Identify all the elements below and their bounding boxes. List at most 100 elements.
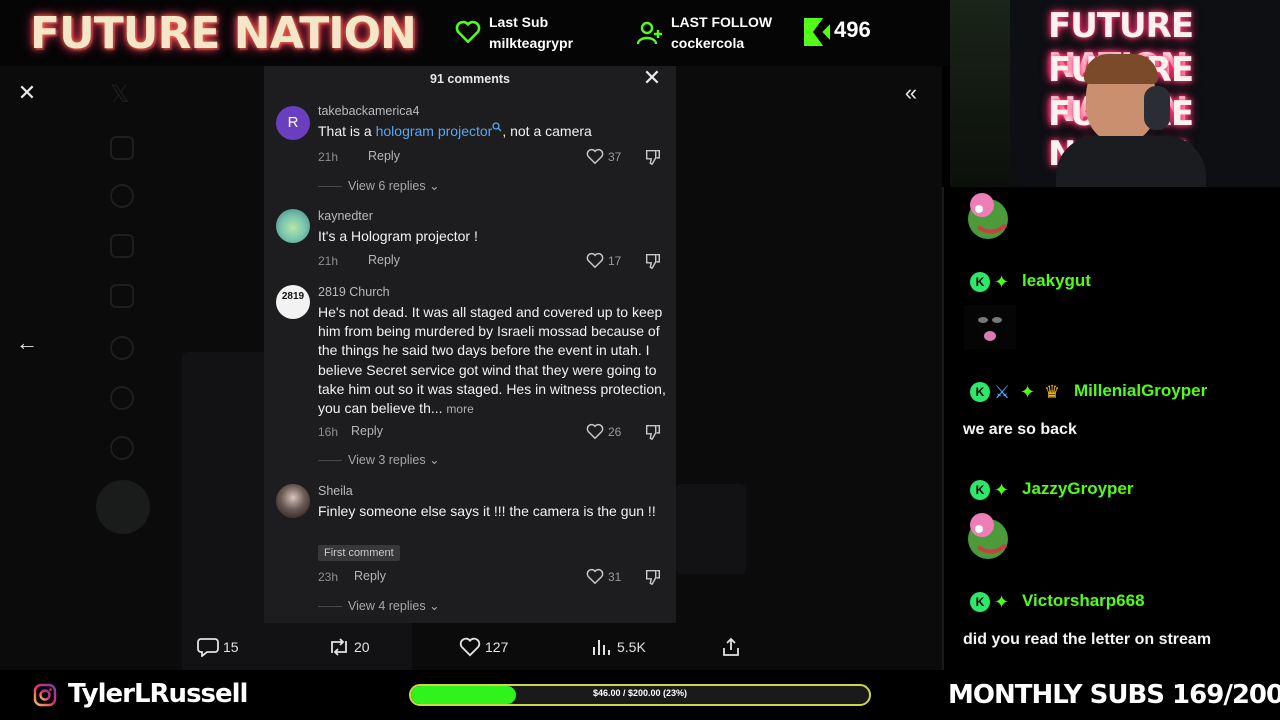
- chat-text: we are so back: [963, 421, 1077, 438]
- reply-count: 15: [223, 639, 239, 655]
- kick-icon: K: [970, 272, 990, 292]
- like-count: 31: [608, 570, 622, 584]
- gift-icon: ✦: [994, 272, 1010, 292]
- like-count: 26: [608, 425, 622, 439]
- reply-button[interactable]: Reply: [368, 149, 400, 163]
- share-icon: [723, 637, 739, 656]
- pepe-emote-icon: [968, 193, 1008, 239]
- comment-text: Finley someone else says it !!! the came…: [318, 503, 656, 519]
- collapse-panel-icon[interactable]: «: [893, 75, 929, 111]
- monthly-subs-counter: MONTHLY SUBS 169/200: [948, 680, 1280, 710]
- reply-button[interactable]: Reply: [368, 253, 400, 267]
- search-icon: [492, 122, 502, 132]
- view-replies-button[interactable]: View 6 replies ⌄: [318, 178, 440, 193]
- chat-text: did you read the letter on stream: [963, 631, 1212, 648]
- dark-emote-icon: [964, 305, 1016, 349]
- reply-button[interactable]: Reply: [351, 424, 383, 438]
- like-heart-icon[interactable]: [586, 423, 604, 440]
- comment-username[interactable]: 2819 Church: [318, 285, 390, 299]
- like-heart-icon[interactable]: [586, 568, 604, 585]
- avatar[interactable]: 2819: [276, 285, 310, 319]
- comment-item: 2819 2819 Church He's not dead. It was a…: [264, 285, 676, 475]
- search-icon: [110, 184, 134, 208]
- stream-bottom-overlay: TylerLRussell $46.00 / $200.00 (23%) MON…: [0, 670, 1280, 720]
- view-replies-button[interactable]: View 4 replies ⌄: [318, 598, 440, 613]
- like-heart-icon[interactable]: [586, 252, 604, 269]
- kick-logo-icon: [804, 18, 830, 46]
- search-link[interactable]: hologram projector: [376, 123, 493, 139]
- comment-username[interactable]: kaynedter: [318, 209, 373, 223]
- chat-username[interactable]: Victorsharp668: [1022, 591, 1145, 611]
- avatar[interactable]: [276, 209, 310, 243]
- home-icon: [110, 136, 134, 160]
- kick-follower-count: 496: [834, 17, 871, 42]
- add-user-icon: [637, 21, 662, 45]
- brand-logo: FUTURE NATION: [30, 8, 417, 59]
- reply-button[interactable]: Reply: [354, 569, 386, 583]
- comment-text: That is a hologram projector, not a came…: [318, 122, 592, 139]
- notifications-icon: [110, 234, 134, 258]
- comment-text: It's a Hologram projector !: [318, 228, 478, 244]
- more-link[interactable]: more: [446, 402, 473, 416]
- view-replies-button[interactable]: View 3 replies ⌄: [318, 452, 440, 467]
- close-comments-button[interactable]: ✕: [642, 67, 662, 89]
- comments-count: 91 comments: [430, 72, 510, 86]
- views-chart-icon: [593, 640, 610, 655]
- crown-icon: ♛: [1044, 382, 1061, 402]
- chat-username[interactable]: JazzyGroyper: [1022, 479, 1134, 499]
- repost-count: 20: [354, 639, 370, 655]
- dislike-icon[interactable]: [644, 148, 662, 166]
- views-count: 5.5K: [617, 639, 646, 655]
- like-heart-icon[interactable]: [586, 148, 604, 165]
- instagram-handle: TylerLRussell: [68, 679, 248, 709]
- kick-icon: K: [970, 592, 990, 612]
- chat-username[interactable]: leakygut: [1022, 271, 1091, 291]
- comment-text: He's not dead. It was all staged and cov…: [318, 304, 666, 417]
- profile-icon: [110, 386, 134, 410]
- comment-item: kaynedter It's a Hologram projector ! 21…: [264, 209, 676, 270]
- comment-time: 23h: [318, 570, 339, 584]
- avatar[interactable]: [276, 484, 310, 518]
- gift-icon: ✦: [994, 592, 1010, 612]
- dislike-icon[interactable]: [644, 423, 662, 441]
- dislike-icon[interactable]: [644, 252, 662, 270]
- comment-username[interactable]: takebackamerica4: [318, 104, 419, 118]
- close-icon[interactable]: ✕: [9, 75, 45, 111]
- dislike-icon[interactable]: [644, 568, 662, 586]
- like-count: 127: [485, 639, 509, 655]
- comment-username[interactable]: Sheila: [318, 484, 353, 498]
- like-count: 17: [608, 254, 622, 268]
- chat-username[interactable]: MillenialGroyper: [1074, 381, 1207, 401]
- avatar[interactable]: R: [276, 106, 310, 140]
- arrow-left-icon[interactable]: ←: [9, 325, 45, 361]
- heart-icon: [455, 20, 481, 44]
- gift-icon: ✦: [1020, 382, 1036, 402]
- kick-icon: K: [970, 382, 990, 402]
- last-sub-widget: Last Sub milkteagrypr: [455, 12, 573, 54]
- goal-text: $46.00 / $200.00 (23%): [592, 688, 688, 698]
- gift-icon: ✦: [994, 480, 1010, 500]
- sword-icon: ⚔: [994, 382, 1011, 402]
- donation-goal-bar: $46.00 / $200.00 (23%): [409, 684, 871, 706]
- kick-icon: K: [970, 480, 990, 500]
- messages-icon: [110, 284, 134, 308]
- more-icon: [110, 436, 134, 460]
- streamer-figure: [1056, 54, 1206, 187]
- pepe-emote-icon: [968, 513, 1008, 559]
- comment-item: Sheila Finley someone else says it !!! t…: [264, 484, 676, 623]
- plant-decor: [950, 0, 1010, 187]
- webcam-feed: FUTURE NATION FUTURE NATION FUTURE NATIO…: [950, 0, 1280, 187]
- grok-icon: [110, 336, 134, 360]
- post-fab-icon: [96, 480, 150, 534]
- heart-icon: [459, 637, 481, 657]
- x-logo-icon: 𝕏: [110, 81, 130, 108]
- comment-bubble-icon: [197, 638, 219, 657]
- first-comment-badge: First comment: [318, 545, 400, 561]
- comment-item: R takebackamerica4 That is a hologram pr…: [264, 104, 676, 204]
- comment-time: 21h: [318, 150, 339, 164]
- blurred-media: [676, 484, 746, 574]
- comment-time: 21h: [318, 254, 339, 268]
- stream-top-overlay: FUTURE NATION Last Sub milkteagrypr LAST…: [0, 0, 950, 66]
- repost-icon: [331, 638, 347, 656]
- comment-time: 16h: [318, 425, 339, 439]
